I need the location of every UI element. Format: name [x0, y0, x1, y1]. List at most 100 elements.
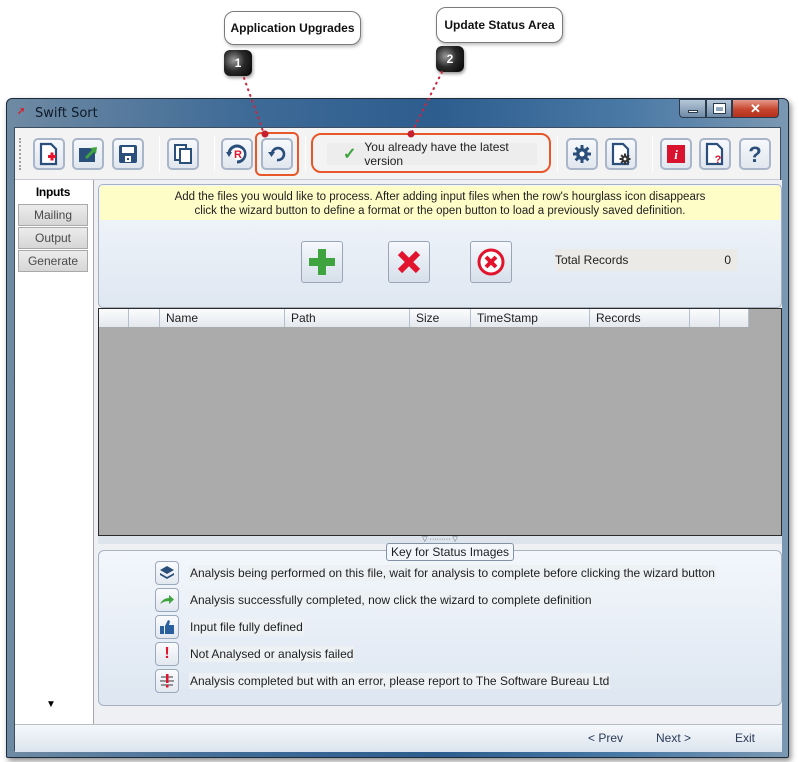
title-bar[interactable]: ➚ Swift Sort ✕ [7, 99, 788, 127]
svg-text:?: ? [715, 154, 722, 166]
save-definition-button[interactable] [112, 138, 144, 170]
info-icon: i [667, 145, 685, 163]
inputs-panel: Add the files you would like to process.… [94, 180, 782, 724]
new-definition-button[interactable] [33, 138, 65, 170]
toolbar-separator [214, 136, 215, 172]
client-area: R ✓ You already have the latest version … [14, 127, 782, 752]
svg-text:?: ? [748, 142, 761, 166]
tab-mailing[interactable]: Mailing [18, 204, 88, 226]
register-button[interactable]: R [221, 138, 253, 170]
column-header-icon[interactable] [129, 309, 160, 327]
check-icon: ✓ [343, 146, 357, 163]
column-header-size[interactable]: Size [410, 309, 471, 327]
callout-badge-2: 2 [436, 46, 464, 72]
column-header-extra-2[interactable] [720, 309, 749, 327]
plus-icon [309, 249, 335, 275]
file-settings-button[interactable] [605, 138, 637, 170]
remove-all-button[interactable] [470, 241, 512, 283]
next-button[interactable]: Next > [656, 731, 691, 745]
key-item-error: Analysis completed but with an error, pl… [155, 669, 611, 693]
upgrade-highlight [255, 132, 299, 176]
column-header-status[interactable] [99, 309, 129, 327]
key-text: Analysis being performed on this file, w… [189, 565, 716, 581]
gear-icon [573, 145, 591, 163]
save-icon [119, 145, 137, 163]
badge-number: 1 [234, 56, 242, 70]
key-item-not-analysed: ! Not Analysed or analysis failed [155, 642, 355, 666]
tab-inputs[interactable]: Inputs [18, 180, 88, 204]
app-window: ➚ Swift Sort ✕ R ✓ You already have the … [6, 98, 789, 758]
toolbar-separator [557, 136, 558, 172]
copy-icon [174, 144, 192, 164]
column-header-path[interactable]: Path [285, 309, 410, 327]
svg-text:R: R [234, 149, 242, 161]
grid-header: Name Path Size TimeStamp Records [99, 309, 749, 327]
exit-button[interactable]: Exit [735, 731, 755, 745]
key-text: Analysis successfully completed, now cli… [189, 592, 593, 608]
add-file-button[interactable] [301, 241, 343, 283]
tab-generate[interactable]: Generate [18, 250, 88, 272]
file-help-button[interactable]: ? [699, 138, 731, 170]
key-text: Input file fully defined [189, 619, 304, 635]
input-files-grid[interactable]: Name Path Size TimeStamp Records [98, 308, 782, 536]
exclamation-icon: ! [155, 642, 179, 666]
callout-update-status-area: Update Status Area [436, 7, 563, 43]
minimize-button[interactable] [679, 99, 706, 118]
register-icon: R [226, 144, 247, 164]
new-file-icon [39, 142, 58, 166]
total-records-label: Total Records [555, 253, 629, 267]
navigation-bar: < Prev Next > Exit [15, 724, 782, 752]
help-button[interactable]: ? [739, 138, 771, 170]
status-key-panel: Key for Status Images Analysis being per… [98, 543, 782, 706]
open-folder-icon [79, 147, 97, 162]
key-item-analysing: Analysis being performed on this file, w… [155, 561, 716, 585]
column-header-records[interactable]: Records [590, 309, 690, 327]
toolbar-grip[interactable] [19, 138, 21, 170]
cancel-circle-icon [477, 248, 505, 276]
prev-button[interactable]: < Prev [588, 731, 623, 745]
total-records: Total Records 0 [555, 249, 737, 271]
toolbar-separator [652, 136, 653, 172]
remove-file-button[interactable] [388, 241, 430, 283]
close-icon: ✕ [750, 100, 761, 116]
window-title: Swift Sort [35, 106, 98, 121]
app-logo-icon: ➚ [17, 106, 26, 117]
file-gear-icon [611, 142, 631, 166]
column-header-name[interactable]: Name [160, 309, 285, 327]
column-header-timestamp[interactable]: TimeStamp [471, 309, 590, 327]
tab-scroll-down-icon[interactable]: ▼ [46, 699, 56, 710]
instructions-banner: Add the files you would like to process.… [100, 186, 780, 220]
badge-number: 2 [446, 52, 454, 66]
maximize-button[interactable] [706, 99, 732, 118]
key-text: Analysis completed but with an error, pl… [189, 673, 611, 689]
maximize-icon [712, 103, 726, 114]
close-button[interactable]: ✕ [732, 99, 779, 118]
toolbar-separator [159, 136, 160, 172]
update-status-text: You already have the latest version [364, 140, 509, 168]
info-button[interactable]: i [660, 138, 692, 170]
callout-label: Update Status Area [444, 18, 555, 32]
thumbs-up-icon [155, 615, 179, 639]
minimize-icon [687, 110, 698, 113]
tab-output[interactable]: Output [18, 227, 88, 249]
callout-application-upgrades: Application Upgrades [224, 11, 361, 45]
file-question-icon: ? [705, 142, 724, 166]
status-key-title: Key for Status Images [386, 543, 515, 561]
key-item-analysis-complete: Analysis successfully completed, now cli… [155, 588, 593, 612]
layers-icon [155, 561, 179, 585]
copy-button[interactable] [167, 138, 199, 170]
total-records-value: 0 [724, 253, 731, 267]
toolbar: R ✓ You already have the latest version … [15, 128, 780, 180]
arrow-right-icon [155, 588, 179, 612]
instructions-line-1: Add the files you would like to process.… [174, 191, 706, 203]
callout-badge-1: 1 [224, 50, 252, 76]
instructions-line-2: click the wizard button to define a form… [194, 205, 686, 217]
settings-button[interactable] [566, 138, 598, 170]
key-item-fully-defined: Input file fully defined [155, 615, 304, 639]
open-definition-button[interactable] [72, 138, 104, 170]
help-icon: ? [748, 142, 761, 166]
column-header-extra-1[interactable] [690, 309, 720, 327]
key-text: Not Analysed or analysis failed [189, 646, 355, 662]
callout-label: Application Upgrades [230, 21, 355, 35]
error-bug-icon [155, 669, 179, 693]
